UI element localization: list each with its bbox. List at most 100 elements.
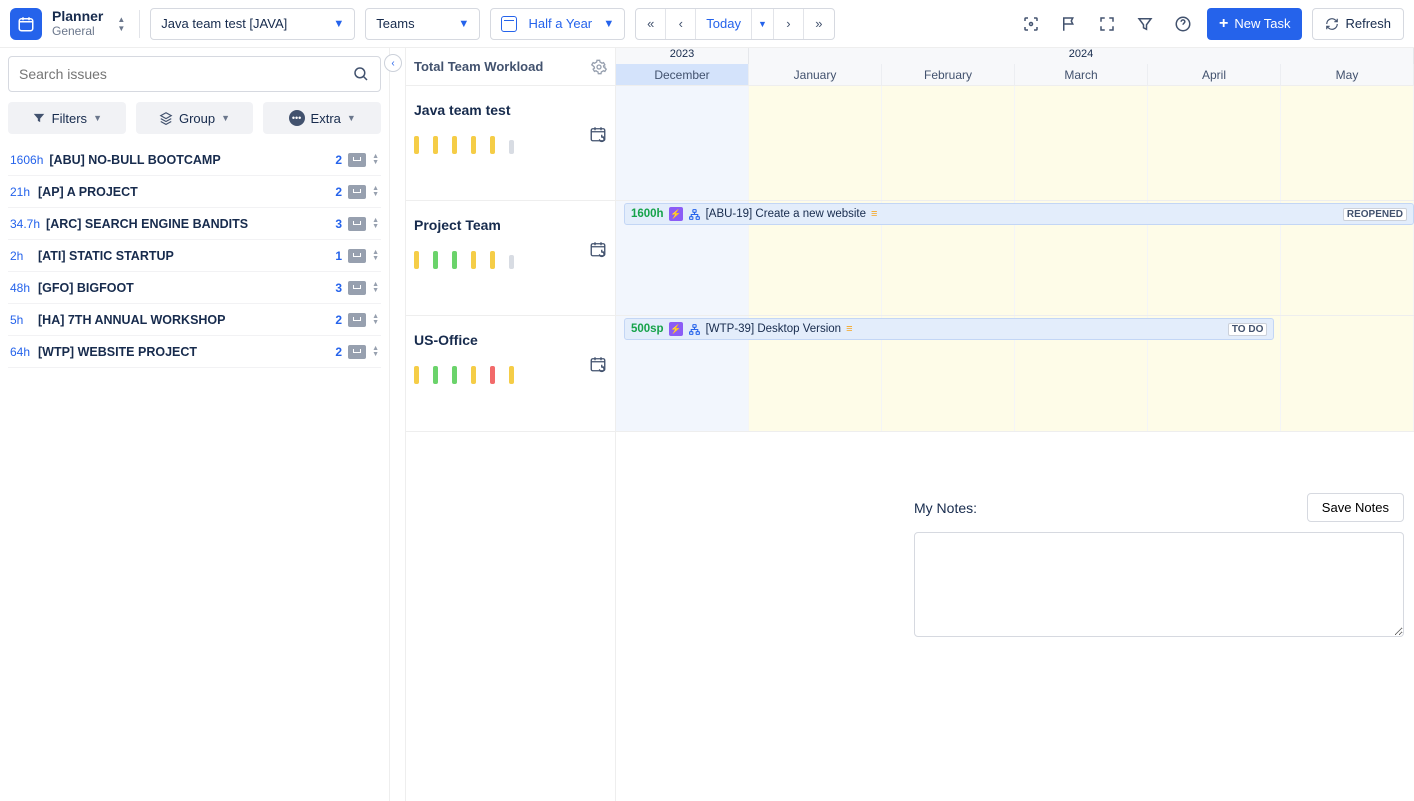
issue-row[interactable]: 64h [WTP] WEBSITE PROJECT 2 ▲▼ <box>8 336 381 368</box>
issue-count: 2 <box>335 313 342 327</box>
team-name: Project Team <box>414 217 607 233</box>
workload-bar <box>490 251 495 269</box>
group-button[interactable]: Group ▼ <box>136 102 254 134</box>
workload-header: Total Team Workload <box>414 59 543 74</box>
mode-dropdown[interactable]: Teams ▼ <box>365 8 480 40</box>
timeline-cell[interactable] <box>1281 86 1414 200</box>
timeline-month[interactable]: April <box>1148 64 1281 85</box>
app-logo <box>10 8 42 40</box>
nav-today-button[interactable]: Today <box>696 9 752 39</box>
issue-hours: 64h <box>10 345 32 359</box>
search-input[interactable] <box>19 66 344 82</box>
team-calendar-icon[interactable] <box>589 355 607 373</box>
nav-next-button[interactable]: › <box>774 9 804 39</box>
team-name: Java team test <box>414 102 607 118</box>
timeline-cell[interactable] <box>749 86 882 200</box>
timeline-month[interactable]: March <box>1015 64 1148 85</box>
refresh-button[interactable]: Refresh <box>1312 8 1404 40</box>
date-nav-group: « ‹ Today ▼ › » <box>635 8 835 40</box>
team-cell: Java team test <box>406 86 615 201</box>
funnel-icon <box>32 111 46 125</box>
chevron-down-icon: ▼ <box>458 18 469 30</box>
timeline-year: 2024 <box>749 48 1414 64</box>
timeline: 20232024 DecemberJanuaryFebruaryMarchApr… <box>616 48 1414 801</box>
filters-label: Filters <box>52 111 87 126</box>
chevron-down-icon: ▼ <box>221 113 230 123</box>
sort-handle-icon[interactable]: ▲▼ <box>372 314 379 326</box>
divider <box>139 10 140 38</box>
sort-handle-icon[interactable]: ▲▼ <box>372 250 379 262</box>
issue-hours: 2h <box>10 249 32 263</box>
team-calendar-icon[interactable] <box>589 240 607 258</box>
timeline-month[interactable]: January <box>749 64 882 85</box>
filter-icon[interactable] <box>1131 10 1159 38</box>
sort-handle-icon[interactable]: ▲▼ <box>372 154 379 166</box>
app-subtitle: General <box>52 25 103 38</box>
nav-last-button[interactable]: » <box>804 9 834 39</box>
issue-title: [ARC] SEARCH ENGINE BANDITS <box>46 217 329 231</box>
workload-bar <box>414 251 419 269</box>
timeline-cell[interactable] <box>1281 316 1414 431</box>
task-status: REOPENED <box>1343 208 1407 221</box>
help-icon[interactable] <box>1169 10 1197 38</box>
issue-hours: 21h <box>10 185 32 199</box>
search-box[interactable] <box>8 56 381 92</box>
timeline-cell[interactable] <box>882 86 1015 200</box>
nav-today-dropdown[interactable]: ▼ <box>752 9 774 39</box>
more-dots-icon: ••• <box>289 110 305 126</box>
timeline-row <box>616 86 1414 201</box>
workload-bar <box>414 136 419 154</box>
issue-hours: 48h <box>10 281 32 295</box>
sort-handle-icon[interactable]: ▲▼ <box>372 186 379 198</box>
issue-count: 2 <box>335 153 342 167</box>
issue-row[interactable]: 48h [GFO] BIGFOOT 3 ▲▼ <box>8 272 381 304</box>
timeline-month[interactable]: December <box>616 64 749 85</box>
nav-prev-button[interactable]: ‹ <box>666 9 696 39</box>
workload-bar <box>471 251 476 269</box>
issue-count: 2 <box>335 345 342 359</box>
mode-dropdown-label: Teams <box>376 16 414 31</box>
task-bar[interactable]: 1600h ⚡ [ABU-19] Create a new website ≡ … <box>624 203 1414 225</box>
search-icon[interactable] <box>352 65 370 83</box>
team-name: US-Office <box>414 332 607 348</box>
scan-icon[interactable] <box>1017 10 1045 38</box>
team-calendar-icon[interactable] <box>589 125 607 143</box>
issue-hours: 34.7h <box>10 217 40 231</box>
task-estimate: 1600h <box>631 208 664 220</box>
project-dropdown[interactable]: Java team test [JAVA] ▼ <box>150 8 355 40</box>
extra-button[interactable]: ••• Extra ▼ <box>263 102 381 134</box>
timeline-cell[interactable] <box>1015 86 1148 200</box>
workload-bar <box>452 136 457 154</box>
app-switch-sort-icon[interactable]: ▲▼ <box>113 15 129 33</box>
epic-icon: ⚡ <box>669 207 683 221</box>
issue-row[interactable]: 34.7h [ARC] SEARCH ENGINE BANDITS 3 ▲▼ <box>8 208 381 240</box>
issue-row[interactable]: 1606h [ABU] NO-BULL BOOTCAMP 2 ▲▼ <box>8 144 381 176</box>
range-dropdown[interactable]: Half a Year ▼ <box>490 8 625 40</box>
nav-first-button[interactable]: « <box>636 9 666 39</box>
layers-icon <box>159 111 173 125</box>
new-task-button[interactable]: + New Task <box>1207 8 1302 40</box>
sort-handle-icon[interactable]: ▲▼ <box>372 346 379 358</box>
timeline-month[interactable]: February <box>882 64 1015 85</box>
collapse-sidebar-button[interactable]: ‹ <box>384 54 402 72</box>
task-bar[interactable]: 500sp ⚡ [WTP-39] Desktop Version ≡ TO DO <box>624 318 1274 340</box>
project-dropdown-label: Java team test [JAVA] <box>161 16 287 31</box>
issue-row[interactable]: 5h [HA] 7TH ANNUAL WORKSHOP 2 ▲▼ <box>8 304 381 336</box>
notes-textarea[interactable] <box>914 532 1404 637</box>
save-notes-button[interactable]: Save Notes <box>1307 493 1404 522</box>
timeline-cell[interactable] <box>1148 86 1281 200</box>
sort-handle-icon[interactable]: ▲▼ <box>372 218 379 230</box>
fullscreen-icon[interactable] <box>1093 10 1121 38</box>
sort-handle-icon[interactable]: ▲▼ <box>372 282 379 294</box>
timeline-month[interactable]: May <box>1281 64 1414 85</box>
sidebar: Filters ▼ Group ▼ ••• Extra ▼ 1606h [ABU… <box>0 48 390 801</box>
gear-icon[interactable] <box>591 59 607 75</box>
filters-button[interactable]: Filters ▼ <box>8 102 126 134</box>
timeline-cell[interactable] <box>616 86 749 200</box>
plus-icon: + <box>1219 15 1228 33</box>
issue-row[interactable]: 2h [ATI] STATIC STARTUP 1 ▲▼ <box>8 240 381 272</box>
issue-count: 3 <box>335 217 342 231</box>
issue-row[interactable]: 21h [AP] A PROJECT 2 ▲▼ <box>8 176 381 208</box>
flag-icon[interactable] <box>1055 10 1083 38</box>
group-label: Group <box>179 111 215 126</box>
